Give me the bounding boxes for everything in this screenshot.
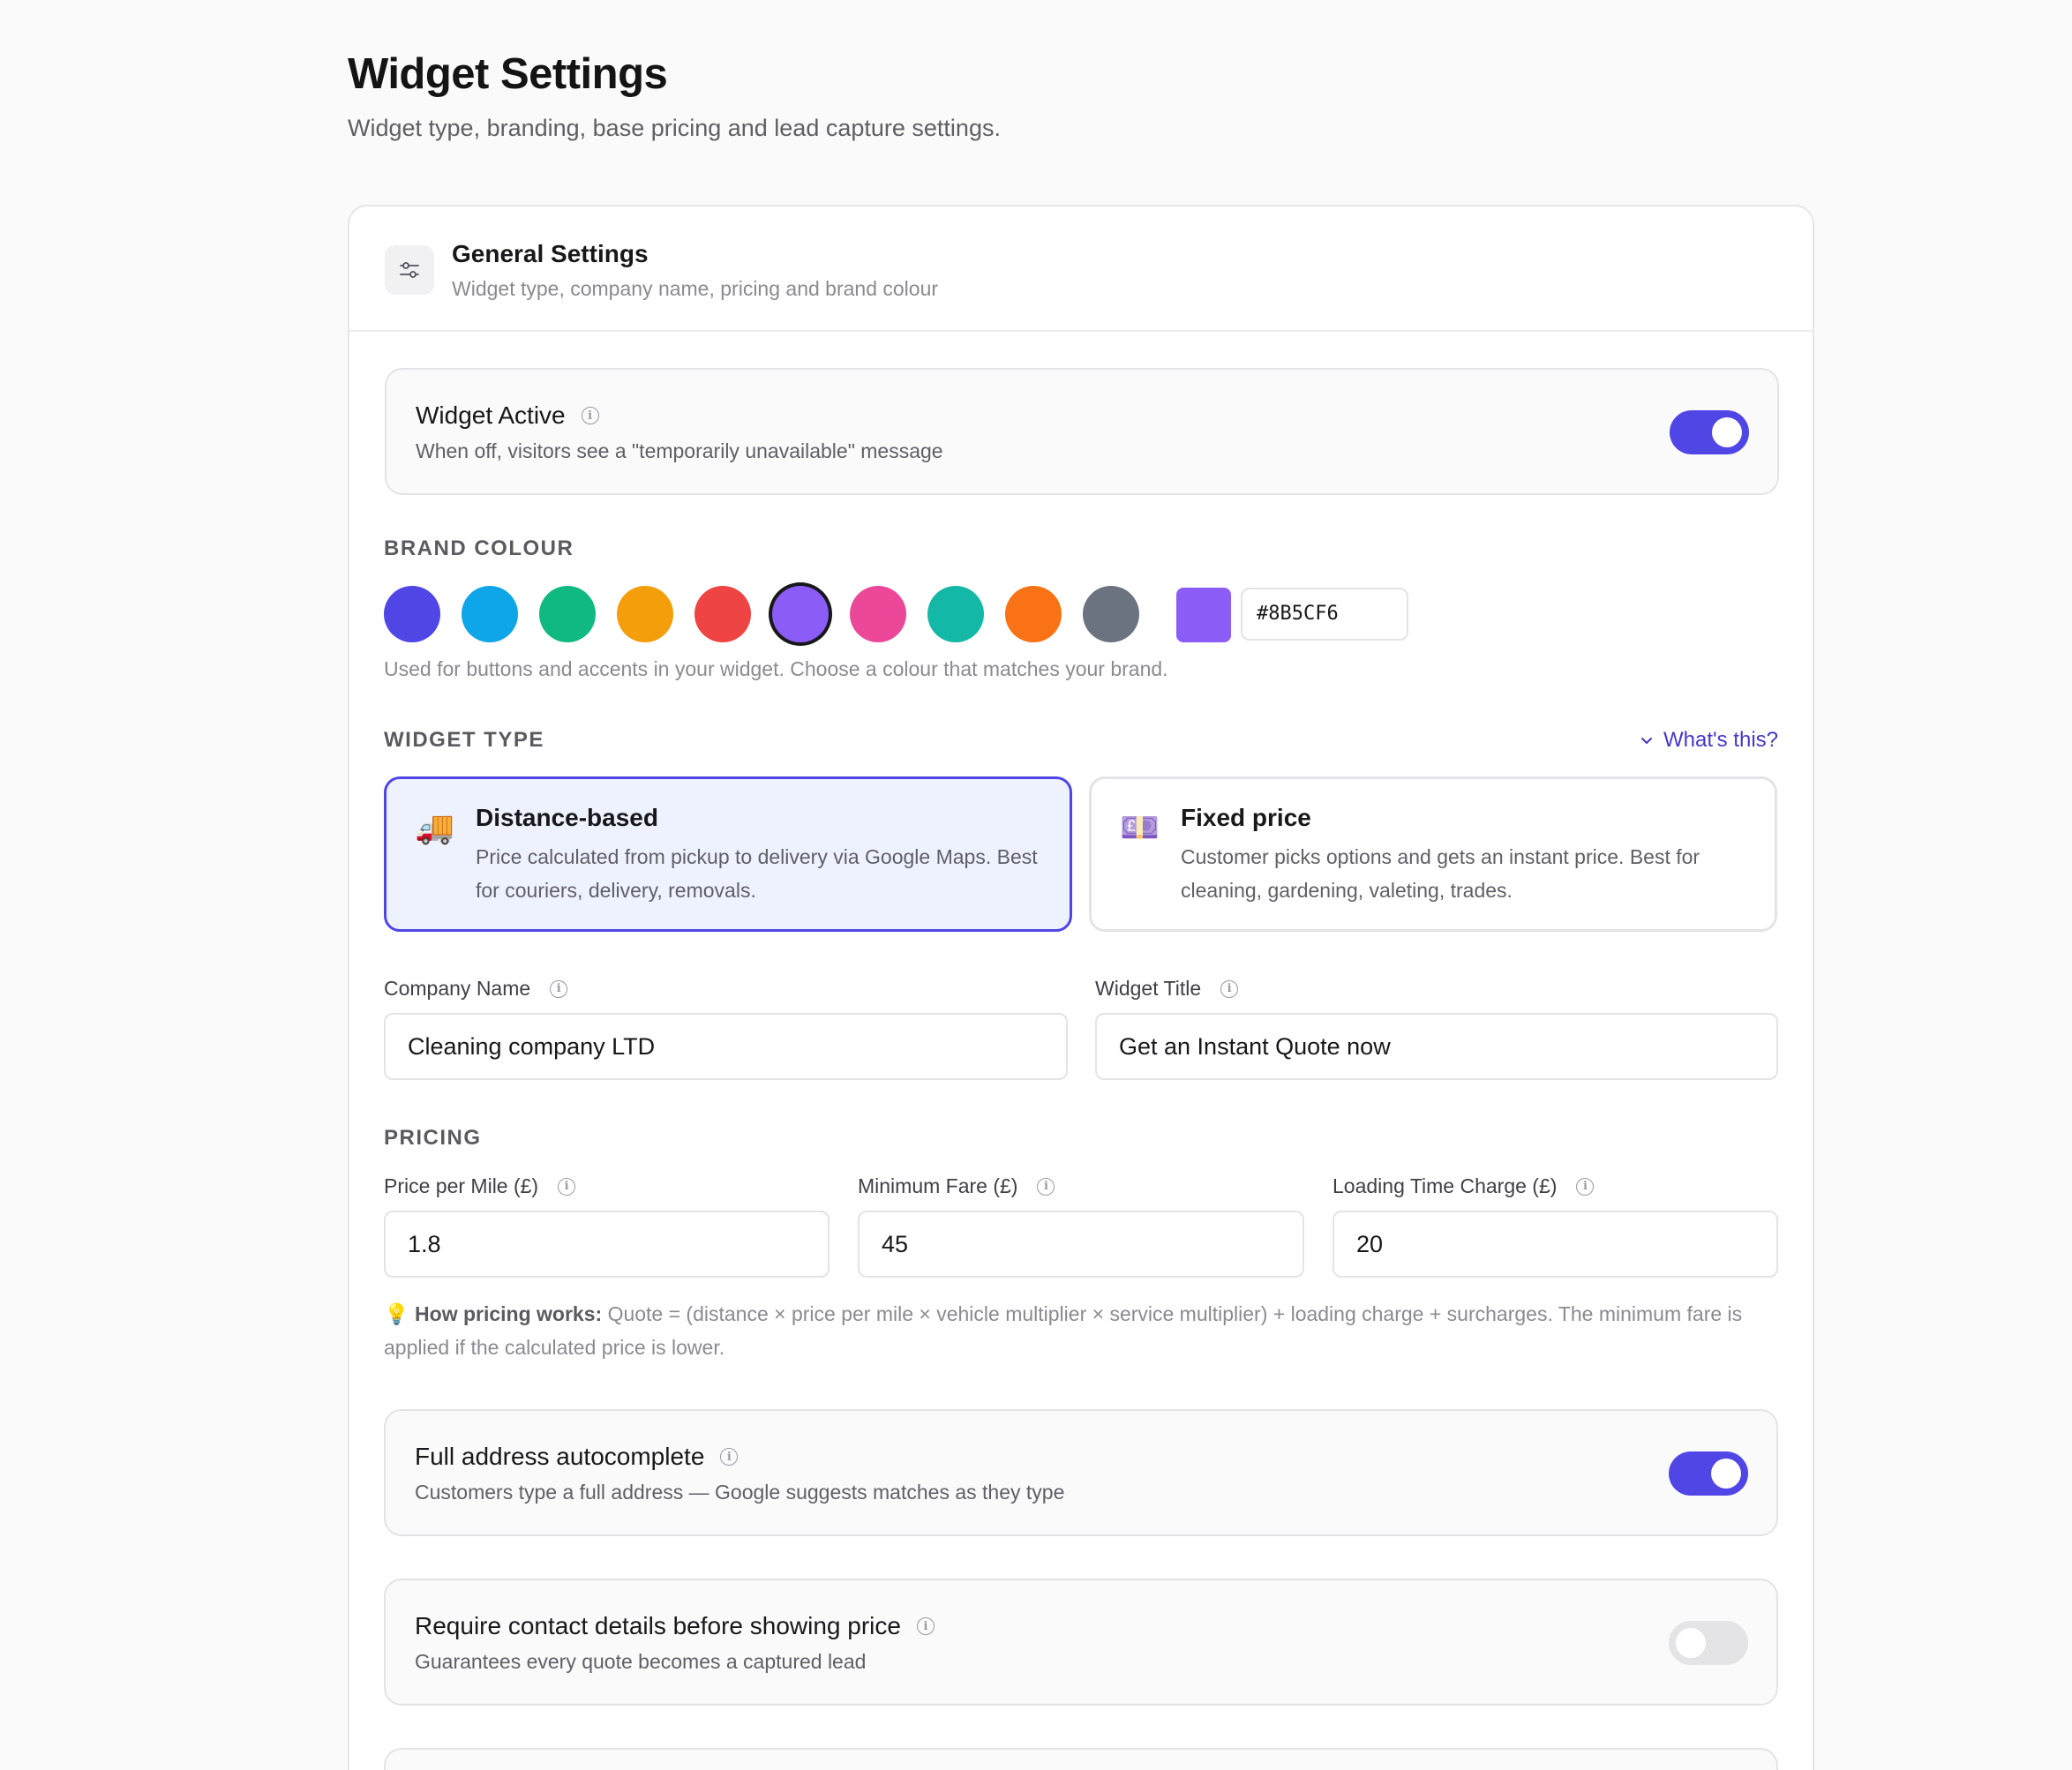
info-icon[interactable]: i bbox=[1576, 1177, 1595, 1196]
swatch-amber[interactable] bbox=[617, 586, 673, 642]
toggle-knob bbox=[1676, 1628, 1706, 1658]
how-pricing-title: How pricing works: bbox=[415, 1302, 603, 1325]
widget-title-label-wrap: Widget Title i bbox=[1095, 977, 1239, 1001]
widget-type-distance-based[interactable]: 🚚 Distance-based Price calculated from p… bbox=[384, 776, 1072, 932]
swatch-red[interactable] bbox=[694, 586, 751, 642]
brand-colour-label: BRAND COLOUR bbox=[384, 536, 574, 560]
address-autocomplete-row: Full address autocomplete i Customers ty… bbox=[384, 1409, 1778, 1536]
address-autocomplete-title-wrap: Full address autocomplete i bbox=[415, 1443, 739, 1471]
loading-charge-label: Loading Time Charge (£) bbox=[1333, 1174, 1558, 1197]
address-autocomplete-toggle[interactable] bbox=[1669, 1451, 1748, 1496]
require-contact-description: Guarantees every quote becomes a capture… bbox=[415, 1650, 867, 1673]
swatch-emerald[interactable] bbox=[539, 586, 596, 642]
type-title: Fixed price bbox=[1181, 804, 1311, 831]
toggle-knob bbox=[1711, 1459, 1741, 1489]
company-name-label-wrap: Company Name i bbox=[384, 977, 568, 1001]
swatch-teal[interactable] bbox=[927, 586, 984, 642]
chevron-down-icon bbox=[1641, 738, 1653, 744]
info-icon[interactable]: i bbox=[550, 979, 568, 998]
pricing-label: PRICING bbox=[384, 1126, 482, 1150]
truck-icon: 🚚 bbox=[415, 809, 454, 845]
info-icon[interactable]: i bbox=[1220, 979, 1239, 998]
swatch-indigo[interactable] bbox=[384, 586, 440, 642]
price-per-mile-label-wrap: Price per Mile (£) i bbox=[384, 1174, 576, 1198]
address-autocomplete-title: Full address autocomplete bbox=[415, 1443, 705, 1470]
widget-title-label: Widget Title bbox=[1095, 977, 1202, 1000]
price-per-mile-label: Price per Mile (£) bbox=[384, 1174, 539, 1197]
loading-charge-label-wrap: Loading Time Charge (£) i bbox=[1333, 1174, 1595, 1198]
next-setting-row bbox=[384, 1748, 1778, 1770]
whats-this-link[interactable]: What's this? bbox=[1639, 728, 1778, 753]
brand-colour-hint: Used for buttons and accents in your wid… bbox=[384, 657, 1168, 680]
swatch-pink[interactable] bbox=[850, 586, 906, 642]
swatch-orange[interactable] bbox=[1005, 586, 1062, 642]
info-icon[interactable]: i bbox=[1037, 1177, 1055, 1196]
how-pricing-works: 💡 How pricing works: Quote = (distance ×… bbox=[384, 1297, 1778, 1364]
info-icon[interactable]: i bbox=[720, 1448, 739, 1466]
require-contact-row: Require contact details before showing p… bbox=[384, 1579, 1778, 1706]
loading-charge-input[interactable]: 20 bbox=[1333, 1211, 1778, 1278]
lightbulb-icon: 💡 bbox=[384, 1302, 409, 1325]
company-name-input[interactable]: Cleaning company LTD bbox=[384, 1013, 1068, 1080]
widget-type-fixed-price[interactable]: 💷 Fixed price Customer picks options and… bbox=[1089, 776, 1777, 932]
hex-colour-input[interactable]: #8B5CF6 bbox=[1241, 588, 1408, 641]
widget-title-input[interactable]: Get an Instant Quote now bbox=[1095, 1013, 1778, 1080]
swatch-violet[interactable] bbox=[772, 586, 829, 642]
swatch-gray[interactable] bbox=[1083, 586, 1139, 642]
info-icon[interactable]: i bbox=[558, 1177, 576, 1196]
type-description: Price calculated from pickup to delivery… bbox=[476, 845, 1038, 902]
colour-preview[interactable] bbox=[1176, 588, 1231, 642]
brand-colour-swatches: #8B5CF6 bbox=[384, 586, 1778, 644]
require-contact-title-wrap: Require contact details before showing p… bbox=[415, 1612, 935, 1640]
minimum-fare-input[interactable]: 45 bbox=[858, 1211, 1304, 1278]
content-layer: BRAND COLOUR #8B5CF6 Used for buttons an… bbox=[384, 0, 1778, 1770]
type-description: Customer picks options and gets an insta… bbox=[1181, 845, 1700, 902]
type-title: Distance-based bbox=[476, 804, 658, 831]
whats-this-label: What's this? bbox=[1663, 728, 1778, 752]
require-contact-toggle[interactable] bbox=[1669, 1621, 1748, 1665]
minimum-fare-label-wrap: Minimum Fare (£) i bbox=[858, 1174, 1055, 1198]
address-autocomplete-description: Customers type a full address — Google s… bbox=[415, 1481, 1065, 1504]
info-icon[interactable]: i bbox=[916, 1617, 935, 1635]
price-per-mile-input[interactable]: 1.8 bbox=[384, 1211, 830, 1278]
widget-type-label: WIDGET TYPE bbox=[384, 728, 544, 752]
require-contact-title: Require contact details before showing p… bbox=[415, 1612, 901, 1639]
minimum-fare-label: Minimum Fare (£) bbox=[858, 1174, 1018, 1197]
pound-note-icon: 💷 bbox=[1120, 809, 1160, 845]
swatch-sky[interactable] bbox=[462, 586, 518, 642]
company-name-label: Company Name bbox=[384, 977, 531, 1000]
